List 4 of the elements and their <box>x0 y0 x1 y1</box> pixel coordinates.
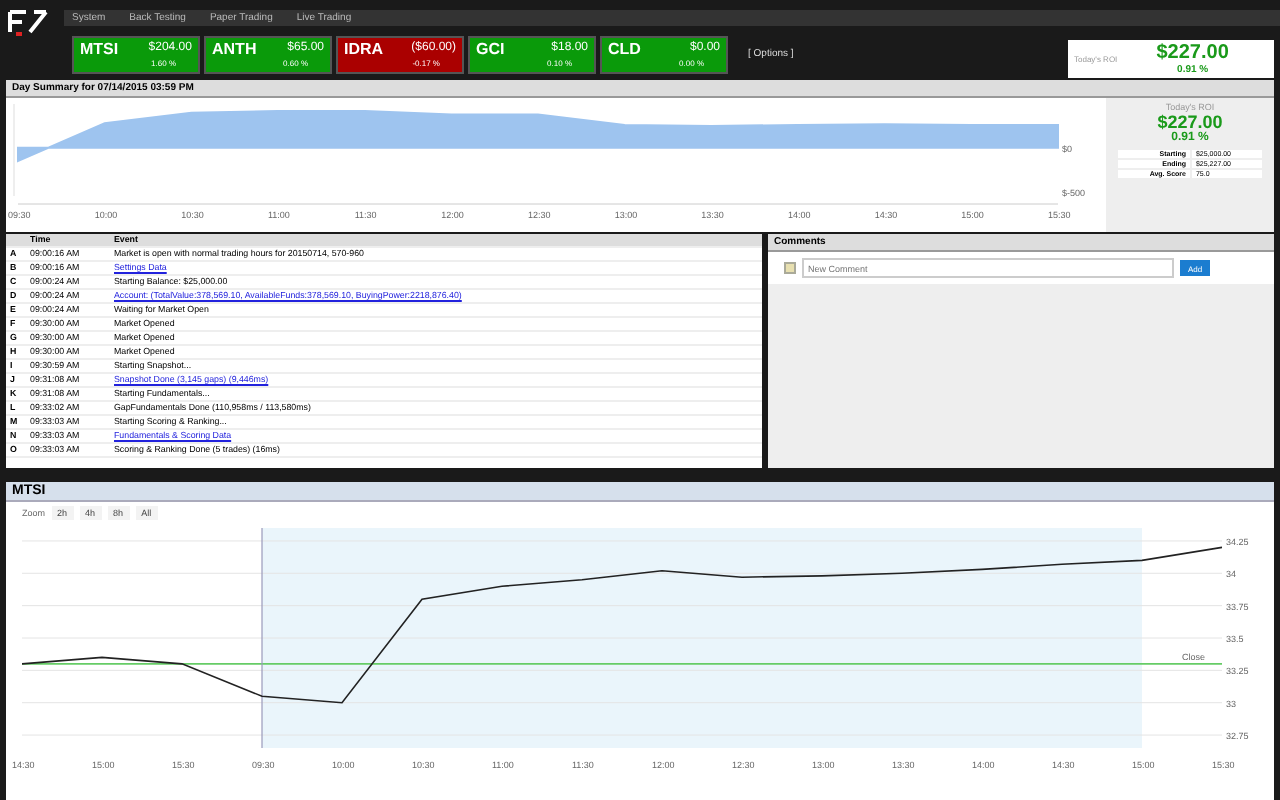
note-icon <box>784 262 796 274</box>
logo-icon <box>8 8 48 36</box>
roi-amount: $227.00 <box>1157 112 1223 132</box>
roi-amount: $227.00 <box>1156 42 1229 64</box>
